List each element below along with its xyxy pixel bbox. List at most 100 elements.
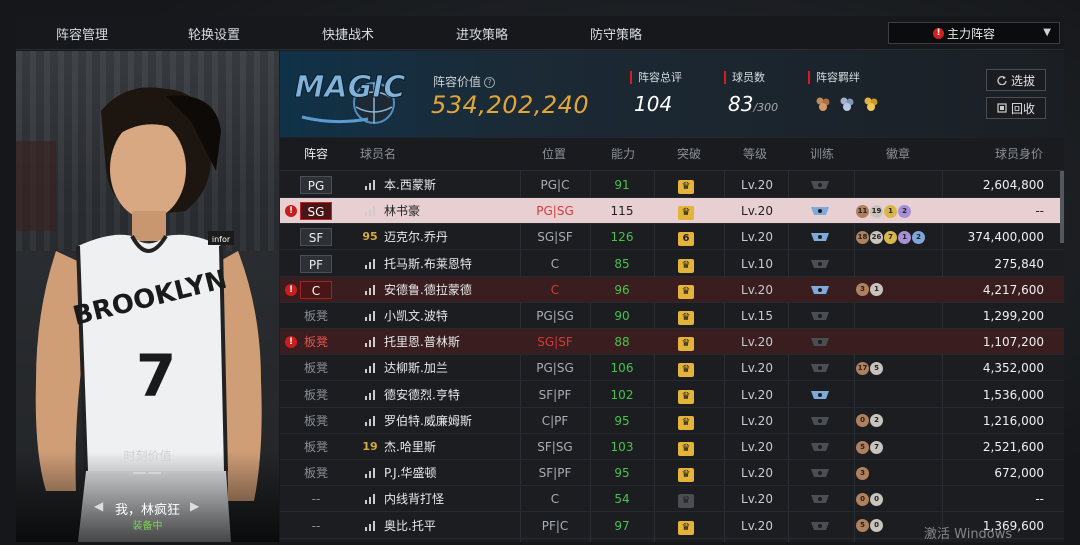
bond-gold-icon[interactable]	[862, 96, 880, 112]
badges-cell[interactable]: 18 26 7 1 2	[856, 224, 946, 250]
col-ability[interactable]: 能力	[611, 138, 635, 171]
bond-bronze-icon[interactable]	[814, 96, 832, 112]
lineup-slot[interactable]: PF	[300, 251, 332, 277]
tab-offense[interactable]: 进攻策略	[416, 16, 548, 50]
breakthrough-cell[interactable]: ♛	[678, 198, 702, 224]
player-name[interactable]: 杰.哈里斯	[384, 434, 534, 460]
breakthrough-cell[interactable]: ♛	[678, 251, 702, 277]
training-cell[interactable]	[810, 486, 834, 512]
lineup-slot[interactable]: PG	[300, 172, 332, 198]
player-name[interactable]: 罗伯特.威廉姆斯	[384, 408, 534, 434]
training-cell[interactable]	[810, 460, 834, 486]
breakthrough-cell[interactable]: ♛	[678, 486, 702, 512]
training-cell[interactable]	[810, 408, 834, 434]
lineup-slot[interactable]: SF	[300, 224, 332, 250]
col-player-name[interactable]: 球员名	[360, 138, 396, 171]
badges-cell[interactable]: 02	[856, 408, 946, 434]
breakthrough-cell[interactable]: ♛	[678, 434, 702, 460]
breakthrough-cell[interactable]: 6	[678, 224, 702, 250]
player-name[interactable]: 内线背打怪	[384, 486, 534, 512]
lineup-slot[interactable]: 板凳	[300, 355, 332, 381]
badges-cell[interactable]	[856, 251, 946, 277]
scrollbar[interactable]	[1060, 171, 1064, 243]
badges-cell[interactable]: 17 5	[856, 355, 946, 381]
breakthrough-cell[interactable]: ♛	[678, 172, 702, 198]
breakthrough-cell[interactable]: ♛	[678, 355, 702, 381]
lineup-slot[interactable]: C	[300, 277, 332, 303]
breakthrough-cell[interactable]: ♛	[678, 460, 702, 486]
badges-cell[interactable]	[856, 329, 946, 355]
training-cell[interactable]	[810, 434, 834, 460]
lineup-slot[interactable]: 板凳	[300, 329, 332, 355]
training-cell[interactable]	[810, 355, 834, 381]
badges-cell[interactable]	[856, 172, 946, 198]
table-row[interactable]: SF 95 迈克尔.乔丹 SG|SF 126 6 Lv.20 18 26 7 1 2 374,400,0…	[280, 224, 1064, 251]
lineup-slot[interactable]: 板凳	[300, 408, 332, 434]
training-cell[interactable]	[810, 513, 834, 539]
lineup-slot[interactable]: 板凳	[300, 303, 332, 329]
breakthrough-cell[interactable]: ♛	[678, 329, 702, 355]
badges-cell[interactable]: 57	[856, 434, 946, 460]
col-training[interactable]: 训练	[810, 138, 834, 171]
lineup-slot[interactable]: --	[300, 486, 332, 512]
training-cell[interactable]	[810, 198, 834, 224]
table-row[interactable]: 板凳 德安德烈.亨特 SF|PF 102 ♛ Lv.20 1,536,000	[280, 382, 1064, 408]
badges-cell[interactable]: 11 19 1 2	[856, 198, 946, 224]
col-player-value[interactable]: 球员身价	[995, 138, 1043, 171]
breakthrough-cell[interactable]: ♛	[678, 408, 702, 434]
bond-silver-icon[interactable]	[838, 96, 856, 112]
player-name[interactable]: 迈克尔.乔丹	[384, 224, 534, 250]
training-cell[interactable]	[810, 172, 834, 198]
player-name[interactable]: 安德鲁.德拉蒙德	[384, 277, 534, 303]
col-level[interactable]: 等级	[743, 138, 767, 171]
badges-cell[interactable]	[856, 382, 946, 408]
table-row[interactable]: ! 板凳 托里恩.普林斯 SG|SF 88 ♛ Lv.20 1,107,200	[280, 329, 1064, 356]
table-row[interactable]: ! SG 林书豪 PG|SG 115 ♛ Lv.20 11 19 1 2 --	[280, 198, 1064, 225]
training-cell[interactable]	[810, 329, 834, 355]
lineup-slot[interactable]: --	[300, 513, 332, 539]
breakthrough-cell[interactable]: ♛	[678, 277, 702, 303]
breakthrough-cell[interactable]: ♛	[678, 303, 702, 329]
player-name[interactable]: 林书豪	[384, 198, 534, 224]
col-breakthrough[interactable]: 突破	[677, 138, 701, 171]
help-icon[interactable]: ?	[484, 77, 496, 88]
player-name[interactable]: 奥比.托平	[384, 513, 534, 539]
training-cell[interactable]	[810, 277, 834, 303]
player-name[interactable]: 托马斯.布莱恩特	[384, 251, 534, 277]
table-row[interactable]: -- 内线背打怪 C 54 ♛ Lv.20 0 0 --	[280, 486, 1064, 513]
player-name[interactable]: 小凯文.波特	[384, 303, 534, 329]
lineup-slot[interactable]: 板凳	[300, 382, 332, 408]
lineup-slot[interactable]: 板凳	[300, 460, 332, 486]
badges-cell[interactable]: 3	[856, 460, 946, 486]
lineup-dropdown[interactable]: ! 主力阵容 ▼	[888, 22, 1060, 44]
player-name[interactable]: 本.西蒙斯	[384, 172, 534, 198]
player-name[interactable]: 托里恩.普林斯	[384, 329, 534, 355]
training-cell[interactable]	[810, 382, 834, 408]
tab-quick-tactics[interactable]: 快捷战术	[282, 16, 414, 50]
breakthrough-cell[interactable]: ♛	[678, 513, 702, 539]
lineup-slot[interactable]: 板凳	[300, 434, 332, 460]
badges-cell[interactable]: 00	[856, 486, 946, 512]
table-row[interactable]: PG 本.西蒙斯 PG|C 91 ♛ Lv.20 2,604,800	[280, 172, 1064, 198]
col-lineup[interactable]: 阵容	[304, 138, 328, 171]
table-row[interactable]: 板凳 19 杰.哈里斯 SF|SG 103 ♛ Lv.20 5 7 2,521,600	[280, 434, 1064, 460]
training-cell[interactable]	[810, 251, 834, 277]
breakthrough-cell[interactable]: ♛	[678, 382, 702, 408]
badges-cell[interactable]: 31	[856, 277, 946, 303]
col-badges[interactable]: 徽章	[886, 138, 910, 171]
next-arrow-icon[interactable]: ▶	[190, 499, 199, 513]
tab-lineup-manage[interactable]: 阵容管理	[16, 16, 148, 50]
table-row[interactable]: 板凳 达柳斯.加兰 PG|SG 106 ♛ Lv.20 17 5 4,352,000	[280, 355, 1064, 382]
tab-rotation[interactable]: 轮换设置	[148, 16, 280, 50]
training-cell[interactable]	[810, 224, 834, 250]
player-name[interactable]: P.J.华盛顿	[384, 460, 534, 486]
col-position[interactable]: 位置	[542, 138, 566, 171]
badges-cell[interactable]	[856, 303, 946, 329]
table-row[interactable]: ! C 安德鲁.德拉蒙德 C 96 ♛ Lv.20 3 1 4,217,600	[280, 276, 1064, 303]
table-row[interactable]: 板凳 P.J.华盛顿 SF|PF 95 ♛ Lv.20 3 672,000	[280, 460, 1064, 487]
select-button[interactable]: 选拔	[986, 69, 1046, 91]
training-cell[interactable]	[810, 303, 834, 329]
table-row[interactable]: 板凳 罗伯特.威廉姆斯 C|PF 95 ♛ Lv.20 0 2 1,216,000	[280, 408, 1064, 434]
player-name[interactable]: 达柳斯.加兰	[384, 355, 534, 381]
table-row[interactable]: 板凳 小凯文.波特 PG|SG 90 ♛ Lv.15 1,299,200	[280, 303, 1064, 329]
